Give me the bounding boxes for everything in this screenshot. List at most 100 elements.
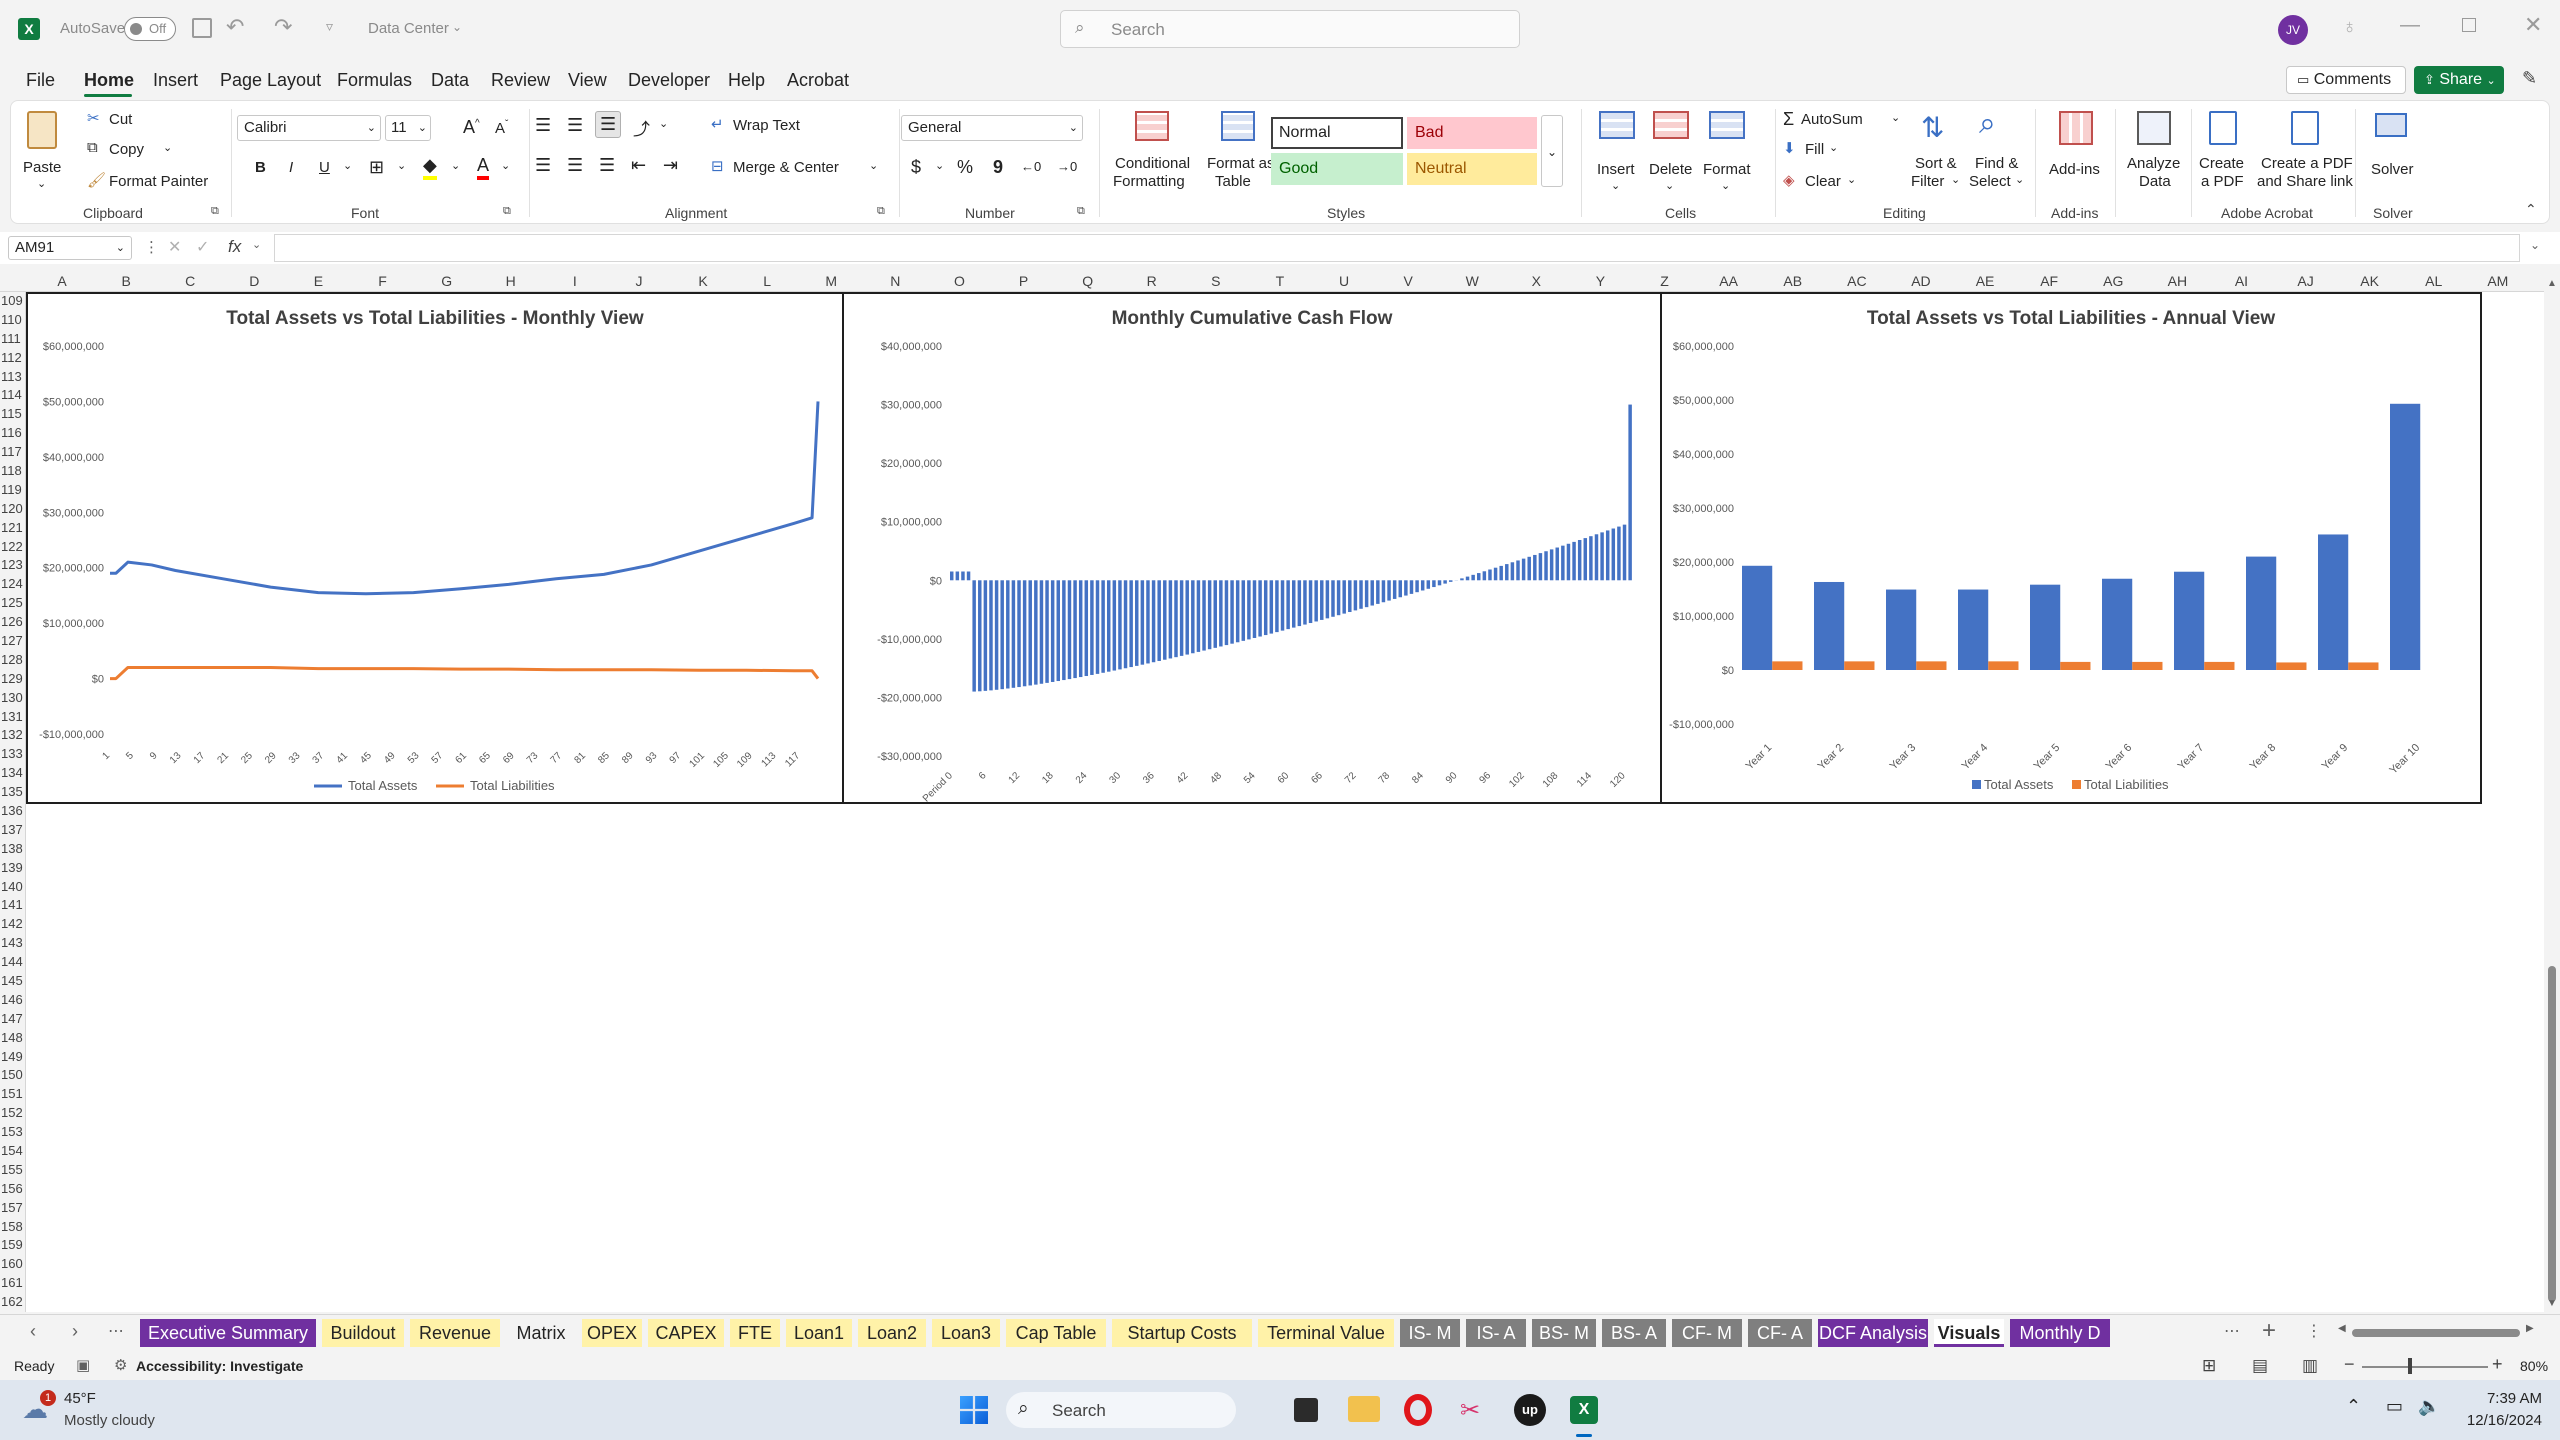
column-header[interactable]: K <box>671 273 735 289</box>
align-center-icon[interactable]: ☰ <box>567 155 583 176</box>
delete-cells-button[interactable]: Delete ⌄ <box>1645 107 1697 197</box>
column-header[interactable]: J <box>607 273 671 289</box>
column-header[interactable]: S <box>1184 273 1248 289</box>
create-share-pdf-button[interactable]: Create a PDF and Share link <box>2251 107 2361 197</box>
column-header[interactable]: AB <box>1761 273 1825 289</box>
clipboard-launcher-icon[interactable]: ⧉ <box>211 205 219 218</box>
row-header[interactable]: 154 <box>0 1142 26 1161</box>
row-header[interactable]: 112 <box>0 349 26 368</box>
chart-annual-assets-liabilities[interactable]: Total Assets vs Total Liabilities - Annu… <box>1660 292 2482 804</box>
copy-button[interactable]: Copy <box>109 141 144 158</box>
borders-chevron-icon[interactable]: ⌄ <box>397 159 406 172</box>
normal-view-icon[interactable]: ⊞ <box>2202 1356 2216 1376</box>
row-header[interactable]: 114 <box>0 386 26 405</box>
column-header[interactable]: AH <box>2145 273 2209 289</box>
orientation-icon[interactable]: ⤴ <box>633 115 650 140</box>
hscroll-right-icon[interactable]: ▶ <box>2526 1323 2534 1334</box>
align-bottom-icon[interactable]: ☰ <box>595 111 622 138</box>
find-select-button[interactable]: ⌕ Find & Select ⌄ <box>1965 107 2027 197</box>
font-color-icon[interactable]: A <box>477 155 490 180</box>
accessibility-icon[interactable]: ⚙ <box>114 1356 127 1374</box>
file-explorer-icon[interactable] <box>1348 1396 1380 1422</box>
row-header[interactable]: 137 <box>0 821 26 840</box>
underline-button[interactable]: U <box>319 159 330 176</box>
row-header[interactable]: 161 <box>0 1274 26 1293</box>
tabbar-options-icon[interactable]: ⋮ <box>2306 1321 2322 1341</box>
row-header[interactable]: 125 <box>0 594 26 613</box>
style-bad[interactable]: Bad <box>1407 117 1537 149</box>
insert-cells-button[interactable]: Insert ⌄ <box>1591 107 1643 197</box>
name-box[interactable]: AM91 ⌄ <box>8 236 132 260</box>
column-header[interactable]: Z <box>1633 273 1697 289</box>
row-header[interactable]: 158 <box>0 1218 26 1237</box>
column-header[interactable]: Q <box>1056 273 1120 289</box>
row-header[interactable]: 149 <box>0 1048 26 1067</box>
number-launcher-icon[interactable]: ⧉ <box>1077 205 1085 218</box>
column-header[interactable]: AF <box>2017 273 2081 289</box>
column-header[interactable]: U <box>1312 273 1376 289</box>
row-header[interactable]: 131 <box>0 708 26 727</box>
column-header[interactable]: AG <box>2081 273 2145 289</box>
sheet-tab[interactable]: Matrix <box>506 1319 576 1347</box>
row-header[interactable]: 139 <box>0 859 26 878</box>
decrease-indent-icon[interactable]: ⇤ <box>631 155 646 176</box>
row-header[interactable]: 147 <box>0 1010 26 1029</box>
sheet-tab[interactable]: IS- M <box>1400 1319 1460 1347</box>
sheet-tab[interactable]: CAPEX <box>648 1319 724 1347</box>
menu-acrobat[interactable]: Acrobat <box>787 70 849 91</box>
row-header[interactable]: 124 <box>0 575 26 594</box>
sheet-tab[interactable]: Buildout <box>322 1319 404 1347</box>
merge-center-button[interactable]: Merge & Center <box>733 159 839 176</box>
autosum-chevron-icon[interactable]: ⌄ <box>1891 111 1900 124</box>
align-left-icon[interactable]: ☰ <box>535 155 551 176</box>
format-cells-button[interactable]: Format ⌄ <box>1699 107 1755 197</box>
comma-button[interactable]: 9 <box>993 157 1003 178</box>
create-pdf-button[interactable]: Create a PDF <box>2197 107 2249 197</box>
excel-taskbar-icon[interactable]: X <box>1570 1396 1598 1424</box>
sheet-tab[interactable]: DCF Analysis <box>1818 1319 1928 1347</box>
fill-button[interactable]: Fill <box>1805 141 1824 158</box>
column-header[interactable]: I <box>543 273 607 289</box>
network-icon[interactable]: ▭ <box>2386 1396 2403 1417</box>
row-header[interactable]: 120 <box>0 500 26 519</box>
windows-start-icon[interactable] <box>960 1396 988 1424</box>
analyze-data-button[interactable]: Analyze Data <box>2121 107 2187 197</box>
clear-button[interactable]: Clear <box>1805 173 1841 190</box>
column-header[interactable]: B <box>94 273 158 289</box>
column-header[interactable]: AI <box>2209 273 2273 289</box>
row-header[interactable]: 123 <box>0 556 26 575</box>
row-header[interactable]: 129 <box>0 670 26 689</box>
font-color-chevron-icon[interactable]: ⌄ <box>501 159 510 172</box>
autosave-toggle[interactable]: Off <box>124 17 176 41</box>
column-header[interactable]: AE <box>1953 273 2017 289</box>
paste-button[interactable]: Paste ⌄ <box>21 107 67 190</box>
row-header[interactable]: 126 <box>0 613 26 632</box>
column-header[interactable]: F <box>351 273 415 289</box>
currency-chevron-icon[interactable]: ⌄ <box>935 159 944 172</box>
share-button[interactable]: ⇪ Share ⌄ <box>2414 66 2504 94</box>
comments-button[interactable]: ▭ Comments <box>2286 66 2406 94</box>
row-header[interactable]: 151 <box>0 1085 26 1104</box>
page-layout-view-icon[interactable]: ▤ <box>2252 1356 2268 1376</box>
sheet-tab[interactable]: CF- M <box>1672 1319 1742 1347</box>
sheet-tab[interactable]: Executive Summary <box>140 1319 316 1347</box>
increase-indent-icon[interactable]: ⇥ <box>663 155 678 176</box>
undo-icon[interactable]: ↶ <box>226 14 244 40</box>
sheet-tab[interactable]: CF- A <box>1748 1319 1812 1347</box>
align-right-icon[interactable]: ☰ <box>599 155 615 176</box>
column-header[interactable]: AJ <box>2274 273 2338 289</box>
column-header[interactable]: AC <box>1825 273 1889 289</box>
column-header[interactable]: AK <box>2338 273 2402 289</box>
column-header[interactable]: P <box>992 273 1056 289</box>
taskbar-date[interactable]: 12/16/2024 <box>2452 1412 2542 1429</box>
menu-developer[interactable]: Developer <box>628 70 710 91</box>
align-middle-icon[interactable]: ☰ <box>567 115 583 136</box>
snipping-tool-icon[interactable]: ✂ <box>1460 1396 1480 1425</box>
row-header[interactable]: 143 <box>0 934 26 953</box>
opera-icon[interactable] <box>1404 1394 1432 1426</box>
taskbar-time[interactable]: 7:39 AM <box>2462 1390 2542 1407</box>
font-size-select[interactable]: 11 ⌄ <box>385 115 431 141</box>
column-header[interactable]: AD <box>1889 273 1953 289</box>
decrease-font-icon[interactable]: Aˇ <box>495 119 508 137</box>
pen-icon[interactable]: ✎ <box>2522 68 2537 89</box>
